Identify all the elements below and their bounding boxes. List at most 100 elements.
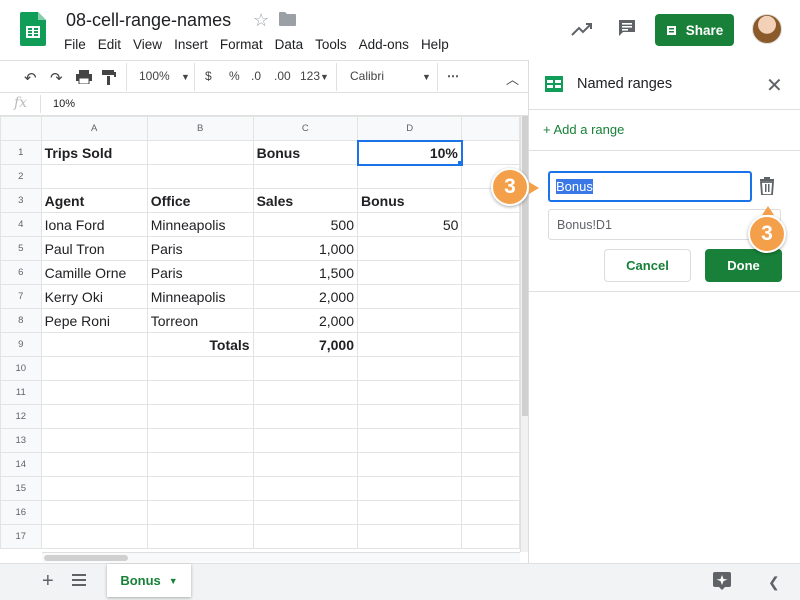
row-header[interactable]: 5 (0, 236, 42, 261)
row-header[interactable]: 2 (0, 164, 42, 189)
cell[interactable] (356, 260, 463, 285)
cell[interactable]: 10% (356, 139, 463, 166)
cell[interactable] (146, 140, 254, 165)
currency-button[interactable]: $ (205, 69, 212, 83)
cell[interactable]: Bonus (356, 188, 463, 213)
cell[interactable] (40, 428, 148, 453)
undo-icon[interactable]: ↶ (24, 69, 37, 87)
close-icon[interactable]: ✕ (766, 73, 783, 98)
cell[interactable] (461, 236, 520, 261)
cell[interactable]: Pepe Roni (40, 308, 148, 333)
cell[interactable] (356, 476, 463, 501)
font-select[interactable]: Calibri ▼ (350, 69, 431, 83)
row-header[interactable]: 13 (0, 428, 42, 453)
cell[interactable] (252, 380, 359, 405)
column-header-a[interactable]: A (40, 116, 148, 141)
row-header[interactable]: 1 (0, 140, 42, 165)
trash-icon[interactable] (759, 177, 775, 195)
cell[interactable] (40, 404, 148, 429)
cell[interactable]: 50 (356, 212, 463, 237)
cell[interactable] (146, 428, 254, 453)
row-header[interactable]: 16 (0, 500, 42, 525)
redo-icon[interactable]: ↷ (50, 69, 63, 87)
cell[interactable]: Paris (146, 260, 254, 285)
cell[interactable]: 7,000 (252, 332, 359, 357)
menu-file[interactable]: File (64, 37, 86, 52)
cell[interactable] (461, 308, 520, 333)
cell[interactable] (356, 524, 463, 549)
cell[interactable] (461, 452, 520, 477)
cell[interactable]: 1,500 (252, 260, 359, 285)
cell[interactable] (356, 428, 463, 453)
share-button[interactable]: Share (655, 14, 734, 46)
more-formats-button[interactable]: 123▼ (300, 69, 329, 83)
cell[interactable] (461, 500, 520, 525)
cell[interactable] (461, 356, 520, 381)
cell[interactable]: Sales (252, 188, 359, 213)
cell[interactable] (252, 164, 359, 189)
add-range-link[interactable]: + Add a range (543, 122, 624, 137)
menu-tools[interactable]: Tools (315, 37, 347, 52)
cell[interactable] (252, 356, 359, 381)
select-all-corner[interactable] (0, 116, 42, 141)
row-header[interactable]: 7 (0, 284, 42, 309)
horizontal-scroll-thumb[interactable] (44, 555, 128, 561)
cell[interactable] (146, 524, 254, 549)
row-header[interactable]: 6 (0, 260, 42, 285)
cell[interactable] (461, 476, 520, 501)
cell[interactable] (40, 332, 148, 357)
zoom-select[interactable]: 100% ▼ (139, 69, 190, 83)
formula-input[interactable]: 10% (53, 98, 75, 110)
cell[interactable] (461, 284, 520, 309)
horizontal-scrollbar[interactable] (42, 552, 520, 562)
cell[interactable] (146, 476, 254, 501)
cell[interactable]: Bonus (252, 140, 359, 165)
paint-format-icon[interactable] (102, 70, 116, 85)
cell[interactable] (356, 452, 463, 477)
activity-trend-icon[interactable] (571, 19, 593, 39)
cell[interactable] (252, 452, 359, 477)
cell[interactable] (252, 524, 359, 549)
cell[interactable] (146, 380, 254, 405)
cell[interactable] (146, 356, 254, 381)
menu-addons[interactable]: Add-ons (359, 37, 409, 52)
cell[interactable] (461, 524, 520, 549)
cell[interactable] (356, 380, 463, 405)
explore-icon[interactable] (713, 572, 731, 590)
cell[interactable] (356, 308, 463, 333)
menu-data[interactable]: Data (275, 37, 304, 52)
row-header[interactable]: 12 (0, 404, 42, 429)
more-icon[interactable]: ⋯ (447, 69, 459, 83)
cell[interactable]: Office (146, 188, 254, 213)
menu-format[interactable]: Format (220, 37, 263, 52)
cell[interactable] (461, 380, 520, 405)
cell[interactable] (40, 452, 148, 477)
cell[interactable] (356, 284, 463, 309)
row-header[interactable]: 9 (0, 332, 42, 357)
cell[interactable] (146, 164, 254, 189)
sheets-logo-icon[interactable] (20, 12, 46, 46)
cell[interactable] (356, 332, 463, 357)
row-header[interactable]: 17 (0, 524, 42, 549)
cell[interactable] (252, 428, 359, 453)
cell[interactable]: Minneapolis (146, 284, 254, 309)
cell[interactable] (461, 260, 520, 285)
cell[interactable] (252, 500, 359, 525)
done-button[interactable]: Done (705, 249, 782, 282)
cell[interactable] (356, 236, 463, 261)
menu-help[interactable]: Help (421, 37, 449, 52)
cell[interactable]: 2,000 (252, 284, 359, 309)
cell[interactable] (40, 476, 148, 501)
cell[interactable] (461, 404, 520, 429)
cell[interactable]: 1,000 (252, 236, 359, 261)
cell[interactable] (461, 140, 520, 165)
row-header[interactable]: 15 (0, 476, 42, 501)
cell[interactable]: Torreon (146, 308, 254, 333)
chevron-up-icon[interactable]: ︿ (506, 69, 519, 88)
cancel-button[interactable]: Cancel (604, 249, 691, 282)
print-icon[interactable] (76, 70, 92, 84)
cell[interactable] (146, 500, 254, 525)
cell[interactable]: 2,000 (252, 308, 359, 333)
row-header[interactable]: 10 (0, 356, 42, 381)
cell[interactable] (146, 452, 254, 477)
